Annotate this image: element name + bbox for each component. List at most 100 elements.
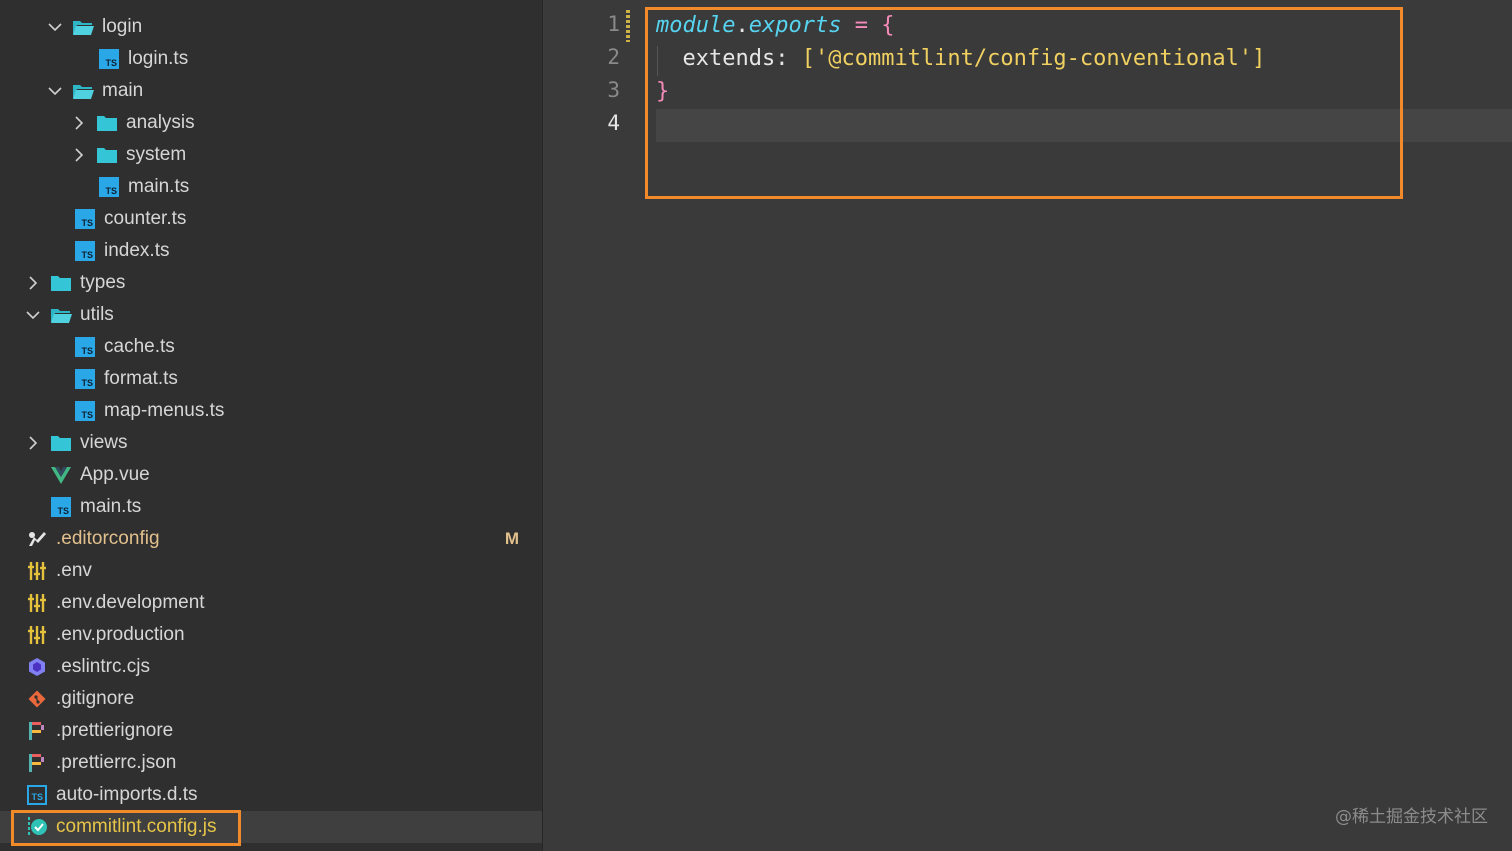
token-open-bracket: [	[801, 46, 815, 71]
tree-item-label: map-menus.ts	[104, 400, 225, 421]
tree-item-label: .env.production	[56, 624, 185, 645]
typescript-file-icon: TS	[98, 48, 120, 70]
tree-item-editorconfig[interactable]: .editorconfig M	[0, 523, 543, 555]
tree-item-env[interactable]: .env	[0, 555, 543, 587]
typescript-file-icon: TS	[50, 496, 72, 518]
line-number: 3	[607, 78, 620, 102]
token-open-brace: {	[881, 13, 895, 38]
tree-item-label: utils	[80, 304, 114, 325]
tree-item-index-ts[interactable]: TS index.ts	[0, 235, 543, 267]
tree-item-env-development[interactable]: .env.development	[0, 587, 543, 619]
tree-item-auto-imports[interactable]: TS auto-imports.d.ts	[0, 779, 543, 811]
vue-file-icon	[50, 464, 72, 486]
env-settings-icon	[26, 624, 48, 646]
folder-icon	[50, 272, 72, 294]
tree-item-utils[interactable]: utils	[0, 299, 543, 331]
tree-item-label: counter.ts	[104, 208, 187, 229]
tree-item-label: .editorconfig	[56, 528, 160, 549]
tree-item-app-vue[interactable]: App.vue	[0, 459, 543, 491]
tree-item-main-ts[interactable]: TS main.ts	[0, 171, 543, 203]
typescript-file-icon: TS	[74, 208, 96, 230]
typescript-file-icon: TS	[74, 240, 96, 262]
line-number: 2	[607, 45, 620, 69]
tree-item-gitignore[interactable]: .gitignore	[0, 683, 543, 715]
token-colon: :	[775, 46, 802, 71]
token-extends-key: extends	[682, 46, 776, 71]
tree-item-label: commitlint.config.js	[56, 816, 217, 837]
tree-item-prettierrc[interactable]: .prettierrc.json	[0, 747, 543, 779]
chevron-right-icon[interactable]	[72, 116, 86, 130]
tree-item-label: .env	[56, 560, 92, 581]
tree-item-label: .gitignore	[56, 688, 135, 709]
watermark: @稀土掘金技术社区	[1335, 807, 1488, 827]
chevron-right-icon[interactable]	[26, 276, 40, 290]
folder-icon	[96, 144, 118, 166]
tree-item-label: system	[126, 144, 187, 165]
tree-item-analysis[interactable]: analysis	[0, 107, 543, 139]
typescript-def-icon: TS	[26, 784, 48, 806]
code-line-2[interactable]: extends: ['@commitlint/config-convention…	[656, 42, 1266, 75]
tree-item-commitlint-config[interactable]: commitlint.config.js	[0, 811, 543, 843]
tree-item-label: main	[102, 80, 144, 101]
chevron-right-icon[interactable]	[26, 436, 40, 450]
folder-open-icon	[72, 80, 94, 102]
file-explorer: login TS login.ts main analysis system T…	[0, 0, 543, 851]
chevron-down-icon[interactable]	[48, 20, 62, 34]
tree-item-label: .prettierrc.json	[56, 752, 177, 773]
folder-icon	[96, 112, 118, 134]
token-string: '@commitlint/config-conventional'	[814, 46, 1253, 71]
git-modified-marker	[626, 10, 630, 42]
token-close-bracket: ]	[1252, 46, 1266, 71]
tree-item-views[interactable]: views	[0, 427, 543, 459]
env-settings-icon	[26, 560, 48, 582]
chevron-down-icon[interactable]	[26, 308, 40, 322]
line-number-active: 4	[607, 111, 620, 135]
tree-item-types[interactable]: types	[0, 267, 543, 299]
tree-item-cache-ts[interactable]: TS cache.ts	[0, 331, 543, 363]
token-exports: exports	[748, 13, 842, 38]
tree-item-label: auto-imports.d.ts	[56, 784, 198, 805]
commitlint-icon	[26, 816, 48, 838]
token-module: module	[656, 13, 736, 38]
chevron-down-icon[interactable]	[48, 84, 62, 98]
tree-item-system[interactable]: system	[0, 139, 543, 171]
code-line-1[interactable]: module.exports = {	[656, 9, 894, 42]
code-line-3[interactable]: }	[656, 75, 669, 108]
prettier-icon	[26, 752, 48, 774]
token-dot: .	[735, 13, 749, 38]
chevron-right-icon[interactable]	[72, 148, 86, 162]
tree-item-label: analysis	[126, 112, 195, 133]
modified-badge: M	[504, 529, 519, 548]
typescript-file-icon: TS	[74, 368, 96, 390]
env-settings-icon	[26, 592, 48, 614]
tree-item-login[interactable]: login	[0, 11, 543, 43]
typescript-file-icon: TS	[98, 176, 120, 198]
eslint-icon	[26, 656, 48, 678]
tree-item-login-ts[interactable]: TS login.ts	[0, 43, 543, 75]
tree-item-label: views	[80, 432, 128, 453]
tree-item-label: .eslintrc.cjs	[56, 656, 150, 677]
tree-item-main-ts-root[interactable]: TS main.ts	[0, 491, 543, 523]
typescript-file-icon: TS	[74, 336, 96, 358]
folder-icon	[50, 432, 72, 454]
tree-item-label: App.vue	[80, 464, 150, 485]
tree-item-format-ts[interactable]: TS format.ts	[0, 363, 543, 395]
folder-open-icon	[50, 304, 72, 326]
prettier-icon	[26, 720, 48, 742]
typescript-file-icon: TS	[74, 400, 96, 422]
tree-item-main-folder[interactable]: main	[0, 75, 543, 107]
tree-item-env-production[interactable]: .env.production	[0, 619, 543, 651]
tree-item-label: main.ts	[80, 496, 142, 517]
tree-item-label: login.ts	[128, 48, 189, 69]
token-close-brace: }	[656, 79, 670, 104]
tree-item-eslintrc[interactable]: .eslintrc.cjs	[0, 651, 543, 683]
tree-item-label: types	[80, 272, 126, 293]
tree-item-map-menus-ts[interactable]: TS map-menus.ts	[0, 395, 543, 427]
tree-item-counter-ts[interactable]: TS counter.ts	[0, 203, 543, 235]
git-icon	[26, 688, 48, 710]
current-line-highlight	[656, 109, 1512, 142]
folder-open-icon	[72, 16, 94, 38]
tree-item-prettierignore[interactable]: .prettierignore	[0, 715, 543, 747]
editorconfig-icon	[26, 528, 48, 550]
